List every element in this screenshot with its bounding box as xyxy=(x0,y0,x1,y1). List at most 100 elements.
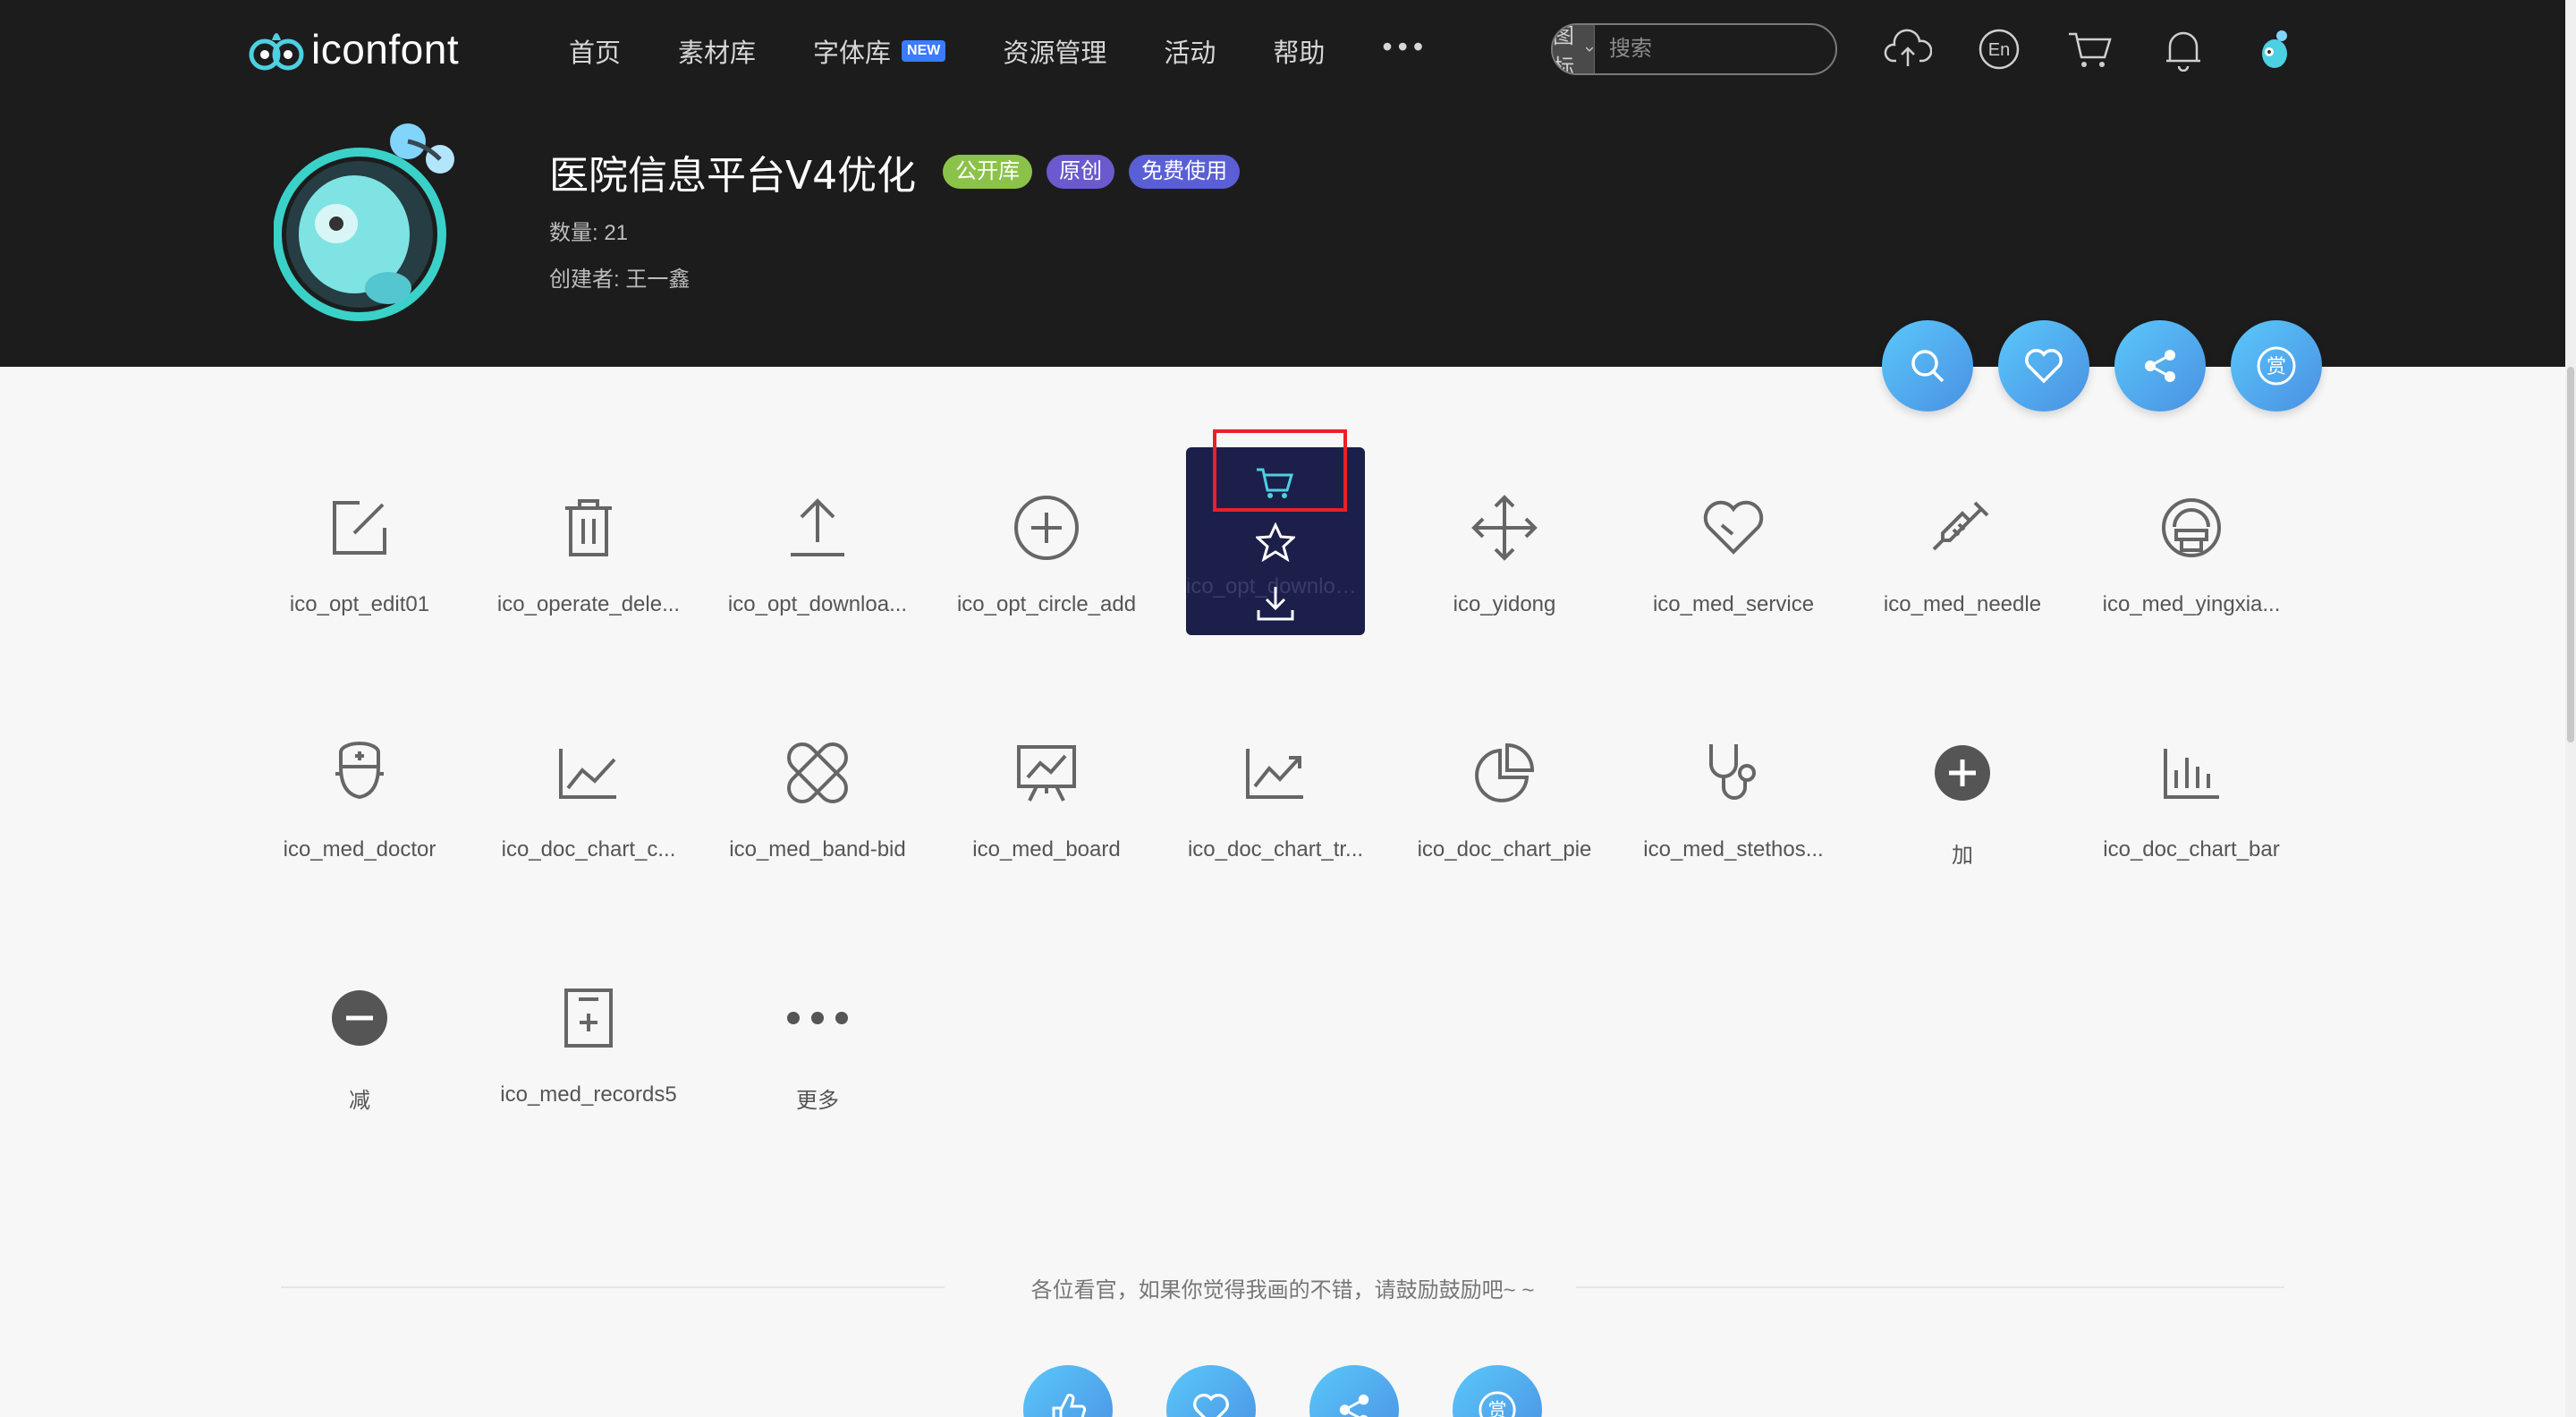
reward-button[interactable]: 赏 xyxy=(2231,320,2322,412)
move-icon xyxy=(1471,495,1538,561)
svg-text:En: En xyxy=(1988,40,2010,60)
icon-name: ico_med_board xyxy=(972,837,1121,861)
more-dots-icon xyxy=(787,1012,848,1024)
free-tag: 免费使用 xyxy=(1129,155,1241,189)
heart-icon xyxy=(1193,1393,1229,1417)
icon-card[interactable]: ico_operate_dele... xyxy=(497,447,680,635)
icon-card[interactable]: ico_med_records5 xyxy=(499,938,678,1125)
scanner-icon xyxy=(2162,498,2221,557)
icon-card[interactable]: 减 xyxy=(270,938,449,1125)
icon-card[interactable]: ico_med_doctor xyxy=(270,692,449,880)
nav-activity[interactable]: 活动 xyxy=(1164,32,1216,70)
nav-fonts[interactable]: 字体库 NEW xyxy=(813,32,946,70)
plus-filled-icon xyxy=(1935,745,1990,801)
nav-label: 素材库 xyxy=(678,39,757,68)
nav-resources[interactable]: 资源管理 xyxy=(1003,32,1106,70)
stethoscope-icon xyxy=(1709,744,1756,800)
reward-icon: 赏 xyxy=(2257,346,2296,386)
heart-outline-icon xyxy=(1703,500,1764,555)
logo-text: iconfont xyxy=(311,26,460,72)
collect-button[interactable] xyxy=(1249,515,1302,569)
language-en-icon[interactable]: En xyxy=(1975,25,2023,73)
icon-card[interactable]: ico_med_board xyxy=(957,692,1136,880)
footer-share-button[interactable] xyxy=(1309,1365,1399,1417)
cart-icon[interactable] xyxy=(2066,25,2114,73)
footer-divider-right xyxy=(1576,1286,2284,1288)
icon-name: ico_doc_chart_bar xyxy=(2103,837,2280,861)
icon-name: ico_med_band-bid xyxy=(729,837,906,861)
syringe-icon xyxy=(1932,501,1989,551)
nav-label: 帮助 xyxy=(1273,39,1326,68)
like-icon xyxy=(1052,1393,1087,1417)
highlight-box xyxy=(1213,429,1347,512)
original-tag: 原创 xyxy=(1046,155,1115,189)
footer-favorite-button[interactable] xyxy=(1166,1365,1256,1417)
icon-name: ico_yidong xyxy=(1453,592,1556,616)
logo-icon xyxy=(249,33,304,71)
creator: 创建者: 王一鑫 xyxy=(549,267,691,292)
icon-card[interactable]: ico_yidong xyxy=(1415,447,1594,635)
icon-card[interactable]: ico_med_yingxia... xyxy=(2102,447,2281,635)
scrollbar-thumb[interactable] xyxy=(2567,367,2574,742)
nav-label: 活动 xyxy=(1164,39,1216,68)
nav-label: 首页 xyxy=(569,39,622,68)
icon-name: ico_med_stethos... xyxy=(1643,837,1824,861)
public-tag: 公开库 xyxy=(943,155,1033,189)
avatar[interactable] xyxy=(2250,25,2299,73)
star-icon xyxy=(1256,522,1295,562)
share-button[interactable] xyxy=(2114,320,2206,412)
board-icon xyxy=(1017,745,1076,802)
share-icon xyxy=(2145,350,2175,382)
icon-name: 减 xyxy=(349,1089,370,1113)
bandage-icon xyxy=(787,742,848,803)
icon-card[interactable]: ico_med_service xyxy=(1644,447,1823,635)
line-chart-icon xyxy=(559,749,616,799)
like-button[interactable] xyxy=(1023,1365,1113,1417)
pie-chart-icon xyxy=(1475,742,1535,802)
icon-name: ico_med_records5 xyxy=(500,1082,677,1107)
trash-icon xyxy=(565,499,612,556)
download-button[interactable] xyxy=(1249,576,1302,630)
bar-chart-icon xyxy=(2164,749,2219,799)
doctor-icon xyxy=(335,742,384,800)
icon-count: 数量: 21 xyxy=(549,221,629,245)
search-action-button[interactable] xyxy=(1882,320,1973,412)
icon-card[interactable]: ico_doc_chart_bar xyxy=(2102,692,2281,880)
favorite-button[interactable] xyxy=(1998,320,2089,412)
project-title-row: 医院信息平台V4优化 公开库 原创 免费使用 xyxy=(549,143,1241,200)
more-icons-button[interactable]: 更多 xyxy=(728,938,907,1125)
share-icon xyxy=(1339,1394,1369,1417)
iconfont-logo[interactable]: iconfont xyxy=(249,20,459,79)
project-mascot-image xyxy=(274,123,454,321)
scrollbar[interactable] xyxy=(2565,0,2576,1417)
circle-plus-icon xyxy=(1014,496,1079,560)
search-input[interactable] xyxy=(1595,25,1835,73)
icon-card[interactable]: ico_opt_edit01 xyxy=(270,447,449,635)
nav-label: 字体库 xyxy=(813,39,892,68)
footer-reward-button[interactable]: 赏 xyxy=(1453,1365,1542,1417)
icon-card[interactable]: ico_opt_downloa... xyxy=(728,447,907,635)
nav-help[interactable]: 帮助 xyxy=(1273,32,1325,70)
download-icon xyxy=(1257,587,1294,621)
icon-card[interactable]: ico_med_needle xyxy=(1873,447,2052,635)
more-menu-icon[interactable]: ••• xyxy=(1382,30,1428,64)
icon-card[interactable]: ico_doc_chart_pie xyxy=(1415,692,1594,880)
search-type-select[interactable]: 图标 xyxy=(1553,25,1595,73)
project-header: iconfont 首页 素材库 字体库 NEW 资源管理 活动 帮助 ••• 图标… xyxy=(0,0,2565,367)
icon-card[interactable]: ico_opt_circle_add xyxy=(957,447,1136,635)
search-bar: 图标 xyxy=(1551,23,1837,75)
icon-name: ico_doc_chart_tr... xyxy=(1187,837,1364,861)
upload-arrow-icon xyxy=(791,498,844,556)
icon-card[interactable]: 加 xyxy=(1873,692,2052,880)
nav-home[interactable]: 首页 xyxy=(569,32,621,70)
icon-card[interactable]: ico_doc_chart_tr... xyxy=(1186,692,1365,880)
nav-materials[interactable]: 素材库 xyxy=(678,32,756,70)
search-type-label: 图标 xyxy=(1553,24,1574,75)
records-icon xyxy=(564,989,613,1048)
icon-card[interactable]: ico_med_band-bid xyxy=(728,692,907,880)
upload-icon[interactable] xyxy=(1884,25,1932,73)
bell-icon[interactable] xyxy=(2159,25,2207,73)
icon-card[interactable]: ico_doc_chart_c... xyxy=(499,692,678,880)
reward-glyph: 赏 xyxy=(2267,356,2286,378)
icon-card[interactable]: ico_med_stethos... xyxy=(1643,692,1824,880)
